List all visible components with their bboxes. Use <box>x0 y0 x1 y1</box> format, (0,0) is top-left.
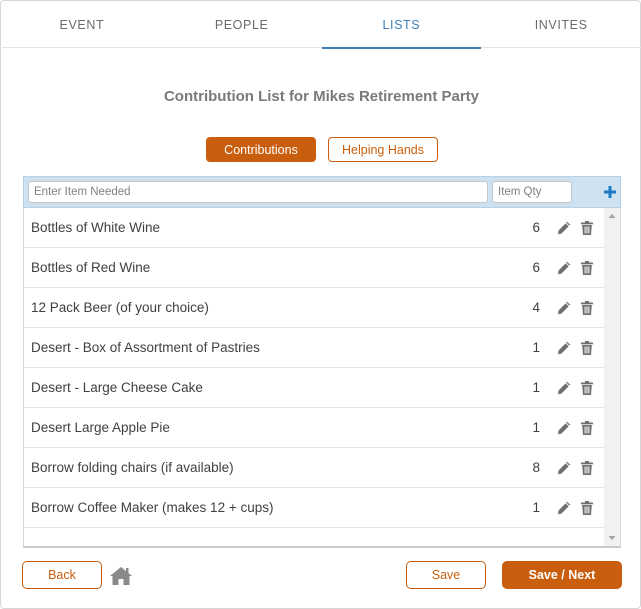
list-rows: Bottles of White Wine 6 Bottles of Red Win… <box>24 208 606 528</box>
tab-bar: EVENT PEOPLE LISTS INVITES <box>2 1 641 49</box>
pencil-icon[interactable] <box>556 380 572 396</box>
trash-icon[interactable] <box>579 500 595 516</box>
item-qty: 6 <box>532 260 540 275</box>
item-name: Bottles of White Wine <box>31 220 161 235</box>
list-item: Desert - Large Cheese Cake 1 <box>24 368 606 408</box>
scroll-down-arrow-icon[interactable] <box>604 530 620 546</box>
item-name: Bottles of Red Wine <box>31 260 151 275</box>
item-qty: 4 <box>532 300 540 315</box>
scroll-up-arrow-icon[interactable] <box>604 208 620 224</box>
item-entry-bar <box>23 176 621 208</box>
contribution-list: Bottles of White Wine 6 Bottles of Red Win… <box>23 208 621 548</box>
list-item: 12 Pack Beer (of your choice) 4 <box>24 288 606 328</box>
tab-label: PEOPLE <box>214 17 269 32</box>
item-qty: 1 <box>532 380 540 395</box>
trash-icon[interactable] <box>579 300 595 316</box>
list-item: Bottles of Red Wine 6 <box>24 248 606 288</box>
item-needed-input[interactable] <box>28 181 488 203</box>
pencil-icon[interactable] <box>556 500 572 516</box>
item-qty: 6 <box>532 220 540 235</box>
item-qty: 1 <box>532 500 540 515</box>
item-name: Desert Large Apple Pie <box>31 420 170 435</box>
item-name: Desert - Large Cheese Cake <box>31 380 203 395</box>
item-qty: 1 <box>532 420 540 435</box>
item-name: Desert - Box of Assortment of Pastries <box>31 340 260 355</box>
trash-icon[interactable] <box>579 380 595 396</box>
pencil-icon[interactable] <box>556 260 572 276</box>
pencil-icon[interactable] <box>556 340 572 356</box>
back-button[interactable]: Back <box>22 561 102 589</box>
pencil-icon[interactable] <box>556 300 572 316</box>
trash-icon[interactable] <box>579 420 595 436</box>
save-next-button[interactable]: Save / Next <box>502 561 622 589</box>
helping-hands-button[interactable]: Helping Hands <box>328 137 438 162</box>
pencil-icon[interactable] <box>556 420 572 436</box>
trash-icon[interactable] <box>579 220 595 236</box>
pencil-icon[interactable] <box>556 460 572 476</box>
scrollbar-thumb[interactable] <box>607 226 617 526</box>
plus-icon-glyph <box>604 186 616 198</box>
list-item: Borrow folding chairs (if available) 8 <box>24 448 606 488</box>
contributions-button[interactable]: Contributions <box>206 137 316 162</box>
item-name: 12 Pack Beer (of your choice) <box>31 300 209 315</box>
tab-lists[interactable]: LISTS <box>321 1 482 49</box>
pencil-icon[interactable] <box>556 220 572 236</box>
tab-invites[interactable]: INVITES <box>481 1 641 48</box>
list-item: Borrow Coffee Maker (makes 12 + cups) 1 <box>24 488 606 528</box>
tab-people[interactable]: PEOPLE <box>162 1 322 48</box>
item-name: Borrow folding chairs (if available) <box>31 460 234 475</box>
save-button[interactable]: Save <box>406 561 486 589</box>
trash-icon[interactable] <box>579 460 595 476</box>
list-item: Bottles of White Wine 6 <box>24 208 606 248</box>
tab-event[interactable]: EVENT <box>2 1 162 48</box>
tab-label: EVENT <box>59 17 105 32</box>
item-qty: 1 <box>532 340 540 355</box>
item-qty-input[interactable] <box>492 181 572 203</box>
item-name: Borrow Coffee Maker (makes 12 + cups) <box>31 500 274 515</box>
trash-icon[interactable] <box>579 340 595 356</box>
list-item: Desert Large Apple Pie 1 <box>24 408 606 448</box>
list-item: Desert - Box of Assortment of Pastries 1 <box>24 328 606 368</box>
app-window: EVENT PEOPLE LISTS INVITES Contribution … <box>0 0 641 609</box>
list-scrollbar[interactable] <box>604 208 620 546</box>
tab-label: INVITES <box>534 17 588 32</box>
trash-icon[interactable] <box>579 260 595 276</box>
item-qty: 8 <box>532 460 540 475</box>
tab-label: LISTS <box>382 17 421 32</box>
plus-icon[interactable] <box>602 183 618 201</box>
home-icon[interactable] <box>108 565 134 587</box>
page-title: Contribution List for Mikes Retirement P… <box>163 88 480 105</box>
